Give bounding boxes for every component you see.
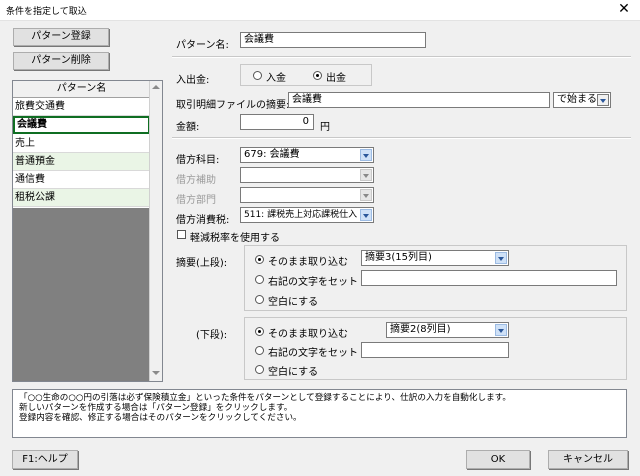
list-item[interactable]: 売上 (13, 135, 150, 153)
match-type-value: で始まる (557, 94, 597, 105)
lower-keep-label[interactable]: そのまま取り込む (268, 325, 348, 340)
description-line: 登録内容を確認、修正する場合はそのパターンをクリックしてください。 (19, 413, 302, 423)
title-bar: 条件を指定して取込 ✕ (0, 0, 640, 21)
lower-column-value: 摘要2(8列目) (390, 324, 451, 335)
list-empty-area (13, 208, 150, 381)
chevron-down-icon[interactable] (495, 324, 507, 336)
window-title: 条件を指定して取込 (6, 7, 87, 17)
upper-column-value: 摘要3(15列目) (365, 252, 432, 263)
chevron-down-icon[interactable] (360, 169, 372, 181)
lower-column-select[interactable]: 摘要2(8列目) (386, 322, 509, 338)
pattern-name-field[interactable]: 会議費 (240, 32, 426, 48)
list-item-selected[interactable]: 会議費 (13, 116, 150, 134)
debit-tax-select[interactable]: 511: 課税売上対応課税仕入 (240, 207, 374, 223)
upper-summary-label: 摘要(上段): (176, 258, 228, 269)
help-button[interactable]: F1:ヘルプ (12, 450, 78, 469)
upper-set-label[interactable]: 右記の文字をセット (268, 273, 358, 288)
close-icon[interactable]: ✕ (616, 1, 632, 17)
amount-unit: 円 (320, 122, 330, 133)
pattern-name-label: パターン名: (176, 40, 229, 51)
chevron-down-icon[interactable] (597, 94, 609, 106)
upper-summary-group: そのまま取り込む 摘要3(15列目) 右記の文字をセット 空白にする (244, 245, 627, 311)
debit-account-label: 借方科目: (176, 155, 220, 166)
lower-blank-radio[interactable] (255, 365, 264, 374)
list-item[interactable]: 租税公課 (13, 189, 150, 207)
divider (172, 56, 631, 58)
match-type-select[interactable]: で始まる (553, 92, 611, 108)
debit-tax-value: 511: 課税売上対応課税仕入 (244, 210, 358, 220)
list-item[interactable]: 旅費交通費 (13, 98, 150, 116)
debit-account-select[interactable]: 679: 会議費 (240, 147, 374, 163)
upper-blank-label[interactable]: 空白にする (268, 293, 318, 308)
debit-sub-select[interactable] (240, 167, 374, 183)
reduced-tax-checkbox[interactable] (177, 230, 186, 239)
in-radio-label[interactable]: 入金 (266, 69, 286, 84)
chevron-down-icon[interactable] (495, 252, 507, 264)
description-line: 新しいパターンを作成する場合は「パターン登録」をクリックします。 (19, 403, 293, 413)
scroll-up-icon[interactable] (152, 85, 160, 89)
pattern-delete-button[interactable]: パターン削除 (13, 52, 109, 70)
debit-tax-label: 借方消費税: (176, 215, 230, 226)
amount-label: 金額: (176, 122, 200, 133)
inout-label: 入出金: (176, 75, 210, 86)
lower-set-radio[interactable] (255, 346, 264, 355)
lower-set-label[interactable]: 右記の文字をセット (268, 344, 358, 359)
lower-text-field[interactable] (361, 342, 509, 358)
cancel-button[interactable]: キャンセル (548, 450, 628, 469)
lower-summary-label: (下段): (196, 330, 228, 341)
list-item[interactable]: 通信費 (13, 171, 150, 189)
out-radio[interactable] (313, 71, 322, 80)
ok-button[interactable]: OK (466, 450, 530, 469)
summary-label: 取引明細ファイルの摘要: (176, 100, 290, 111)
description-line: 「○○生命の○○円の引落は必ず保険積立金」といった条件をパターンとして登録するこ… (19, 393, 511, 403)
chevron-down-icon[interactable] (360, 189, 372, 201)
lower-keep-radio[interactable] (255, 327, 264, 336)
debit-dept-label: 借方部門 (176, 195, 216, 206)
chevron-down-icon[interactable] (360, 149, 372, 161)
chevron-down-icon[interactable] (360, 209, 372, 221)
amount-field[interactable]: 0 (240, 114, 314, 130)
upper-keep-label[interactable]: そのまま取り込む (268, 253, 348, 268)
debit-dept-select[interactable] (240, 187, 374, 203)
out-radio-label[interactable]: 出金 (326, 69, 346, 84)
debit-sub-label: 借方補助 (176, 175, 216, 186)
scroll-down-icon[interactable] (152, 371, 160, 375)
pattern-list[interactable]: パターン名 旅費交通費 会議費 売上 普通預金 通信費 租税公課 (12, 80, 163, 382)
inout-group: 入金 出金 (240, 64, 372, 86)
reduced-tax-label[interactable]: 軽減税率を使用する (190, 229, 280, 244)
debit-account-value: 679: 会議費 (244, 149, 300, 160)
upper-keep-radio[interactable] (255, 255, 264, 264)
description-box: 「○○生命の○○円の引落は必ず保険積立金」といった条件をパターンとして登録するこ… (12, 389, 627, 438)
upper-text-field[interactable] (361, 270, 617, 286)
lower-blank-label[interactable]: 空白にする (268, 363, 318, 378)
pattern-register-button[interactable]: パターン登録 (13, 28, 109, 46)
list-scrollbar[interactable] (149, 81, 162, 381)
upper-set-radio[interactable] (255, 275, 264, 284)
in-radio[interactable] (253, 71, 262, 80)
list-item[interactable]: 普通預金 (13, 153, 150, 171)
upper-blank-radio[interactable] (255, 295, 264, 304)
summary-field[interactable]: 会議費 (288, 92, 550, 108)
divider (172, 137, 631, 139)
upper-column-select[interactable]: 摘要3(15列目) (361, 250, 509, 266)
pattern-list-header: パターン名 (13, 81, 150, 98)
lower-summary-group: そのまま取り込む 摘要2(8列目) 右記の文字をセット 空白にする (244, 317, 627, 380)
